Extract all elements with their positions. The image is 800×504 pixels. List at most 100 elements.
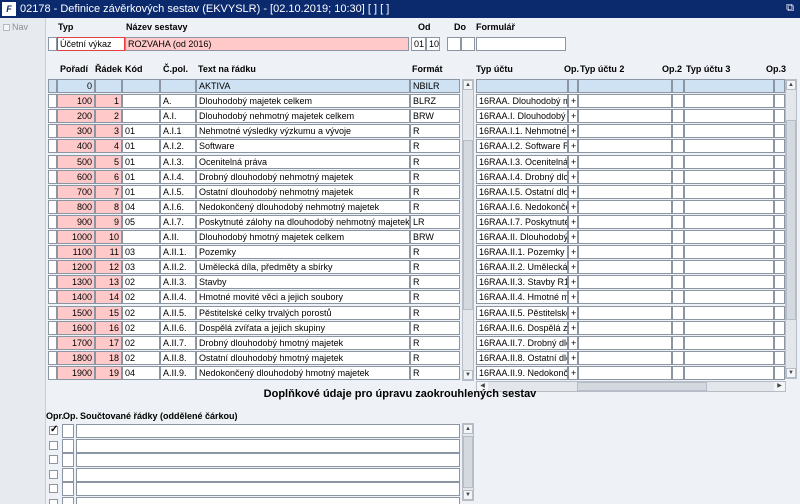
- cell-kod[interactable]: 02: [122, 336, 160, 350]
- right-grid-vertical-scrollbar[interactable]: ▲ ▼: [785, 79, 797, 379]
- cell-typ-uctu[interactable]: 16RAA.I.1. Nehmotné vý: [476, 124, 568, 138]
- cell-typ-uctu[interactable]: 16RAA.II. Dlouhodobý hi: [476, 230, 568, 244]
- cell-radek[interactable]: 2: [95, 109, 122, 123]
- cell-typ-uctu[interactable]: 16RAA.II.6. Dospělá zvíř: [476, 321, 568, 335]
- cell-radek[interactable]: 6: [95, 170, 122, 184]
- od-day-field[interactable]: 10: [426, 37, 440, 51]
- summed-rows-field[interactable]: [76, 497, 460, 504]
- cell-poradi[interactable]: 1700: [57, 336, 95, 350]
- cell-typ-uctu-2[interactable]: [578, 200, 672, 214]
- cell-text[interactable]: Ocenitelná práva: [196, 155, 410, 169]
- opr-checkbox[interactable]: [49, 499, 58, 504]
- cell-op3[interactable]: [774, 215, 785, 229]
- cell-typ-uctu-3[interactable]: [684, 290, 774, 304]
- cell-kod[interactable]: 02: [122, 321, 160, 335]
- cell-kod[interactable]: [122, 94, 160, 108]
- cell-text[interactable]: Drobný dlouhodobý hmotný majetek: [196, 336, 410, 350]
- cell-typ-uctu-2[interactable]: [578, 170, 672, 184]
- cell-text[interactable]: Hmotné movité věci a jejich soubory: [196, 290, 410, 304]
- cell-format[interactable]: NBILR: [410, 79, 460, 93]
- cell-op[interactable]: +: [568, 185, 578, 199]
- cell-poradi[interactable]: 200: [57, 109, 95, 123]
- cell-text[interactable]: Ostatní dlouhodobý nehmotný majetek: [196, 185, 410, 199]
- cell-kod[interactable]: 04: [122, 200, 160, 214]
- cell-op[interactable]: +: [568, 94, 578, 108]
- cell-op2[interactable]: [672, 275, 684, 289]
- row-indicator[interactable]: [48, 321, 57, 335]
- cell-poradi[interactable]: 1200: [57, 260, 95, 274]
- cell-text[interactable]: Nedokončený dlouhodobý nehmotný majetek: [196, 200, 410, 214]
- row-indicator[interactable]: [48, 306, 57, 320]
- cell-text[interactable]: Nedokončený dlouhodobý hmotný majetek: [196, 366, 410, 380]
- cell-kod[interactable]: 03: [122, 260, 160, 274]
- cell-format[interactable]: R: [410, 185, 460, 199]
- cell-op[interactable]: +: [568, 200, 578, 214]
- cell-typ-uctu-3[interactable]: [684, 215, 774, 229]
- row-indicator[interactable]: [48, 290, 57, 304]
- cell-typ-uctu[interactable]: 16RAA.I.7. Poskytnuté z: [476, 215, 568, 229]
- cell-kod[interactable]: 03: [122, 245, 160, 259]
- cell-format[interactable]: BRW: [410, 230, 460, 244]
- cell-op[interactable]: +: [568, 260, 578, 274]
- cell-op2[interactable]: [672, 200, 684, 214]
- cell-kod[interactable]: 01: [122, 139, 160, 153]
- cell-typ-uctu[interactable]: 16RAA.II.7. Drobný dlou: [476, 336, 568, 350]
- cell-op2[interactable]: [672, 260, 684, 274]
- cell-op3[interactable]: [774, 260, 785, 274]
- cell-poradi[interactable]: 1600: [57, 321, 95, 335]
- row-indicator[interactable]: [48, 275, 57, 289]
- cell-op3[interactable]: [774, 94, 785, 108]
- cell-typ-uctu[interactable]: 16RAA. Dlouhodobý maj: [476, 94, 568, 108]
- summed-rows-field[interactable]: [76, 468, 460, 482]
- cell-typ-uctu-3[interactable]: [684, 79, 774, 93]
- cell-op3[interactable]: [774, 351, 785, 365]
- cell-poradi[interactable]: 1900: [57, 366, 95, 380]
- cell-kod[interactable]: 01: [122, 170, 160, 184]
- cell-typ-uctu[interactable]: 16RAA.I. Dlouhodobý ne: [476, 109, 568, 123]
- cell-format[interactable]: R: [410, 306, 460, 320]
- cell-poradi[interactable]: 500: [57, 155, 95, 169]
- cell-op3[interactable]: [774, 155, 785, 169]
- summed-rows-field[interactable]: [76, 482, 460, 496]
- cell-typ-uctu-3[interactable]: [684, 109, 774, 123]
- cell-poradi[interactable]: 900: [57, 215, 95, 229]
- cell-cpol[interactable]: A.: [160, 94, 196, 108]
- cell-text[interactable]: AKTIVA: [196, 79, 410, 93]
- cell-op2[interactable]: [672, 245, 684, 259]
- cell-op3[interactable]: [774, 200, 785, 214]
- cell-cpol[interactable]: A.II.9.: [160, 366, 196, 380]
- cell-typ-uctu[interactable]: 16RAA.II.2. Umělecká díl: [476, 260, 568, 274]
- cell-typ-uctu-2[interactable]: [578, 366, 672, 380]
- scroll-down-arrow-icon[interactable]: ▼: [463, 370, 473, 380]
- cell-op[interactable]: +: [568, 336, 578, 350]
- cell-text[interactable]: Dlouhodobý hmotný majetek celkem: [196, 230, 410, 244]
- cell-typ-uctu-2[interactable]: [578, 185, 672, 199]
- cell-poradi[interactable]: 600: [57, 170, 95, 184]
- cell-op2[interactable]: [672, 336, 684, 350]
- opr-checkbox[interactable]: [49, 424, 58, 435]
- cell-typ-uctu[interactable]: 16RAA.II.4. Hmotné mov: [476, 290, 568, 304]
- cell-format[interactable]: BRW: [410, 109, 460, 123]
- cell-op3[interactable]: [774, 170, 785, 184]
- row-indicator[interactable]: [48, 124, 57, 138]
- cell-op3[interactable]: [774, 275, 785, 289]
- cell-text[interactable]: Dlouhodobý nehmotný majetek celkem: [196, 109, 410, 123]
- cell-cpol[interactable]: A.II.4.: [160, 290, 196, 304]
- cell-cpol[interactable]: A.II.: [160, 230, 196, 244]
- cell-typ-uctu-2[interactable]: [578, 306, 672, 320]
- cell-cpol[interactable]: A.I.: [160, 109, 196, 123]
- cell-poradi[interactable]: 1300: [57, 275, 95, 289]
- cell-op[interactable]: +: [568, 351, 578, 365]
- cell-radek[interactable]: 4: [95, 139, 122, 153]
- cell-op[interactable]: +: [568, 230, 578, 244]
- cell-typ-uctu[interactable]: [476, 79, 568, 93]
- cell-op3[interactable]: [774, 230, 785, 244]
- cell-op3[interactable]: [774, 245, 785, 259]
- grid-scroll-thumb[interactable]: [463, 140, 473, 310]
- cell-text[interactable]: Stavby: [196, 275, 410, 289]
- cell-cpol[interactable]: A.I.5.: [160, 185, 196, 199]
- cell-kod[interactable]: 04: [122, 366, 160, 380]
- cell-op[interactable]: +: [568, 170, 578, 184]
- cell-kod[interactable]: 05: [122, 215, 160, 229]
- row-indicator[interactable]: [48, 170, 57, 184]
